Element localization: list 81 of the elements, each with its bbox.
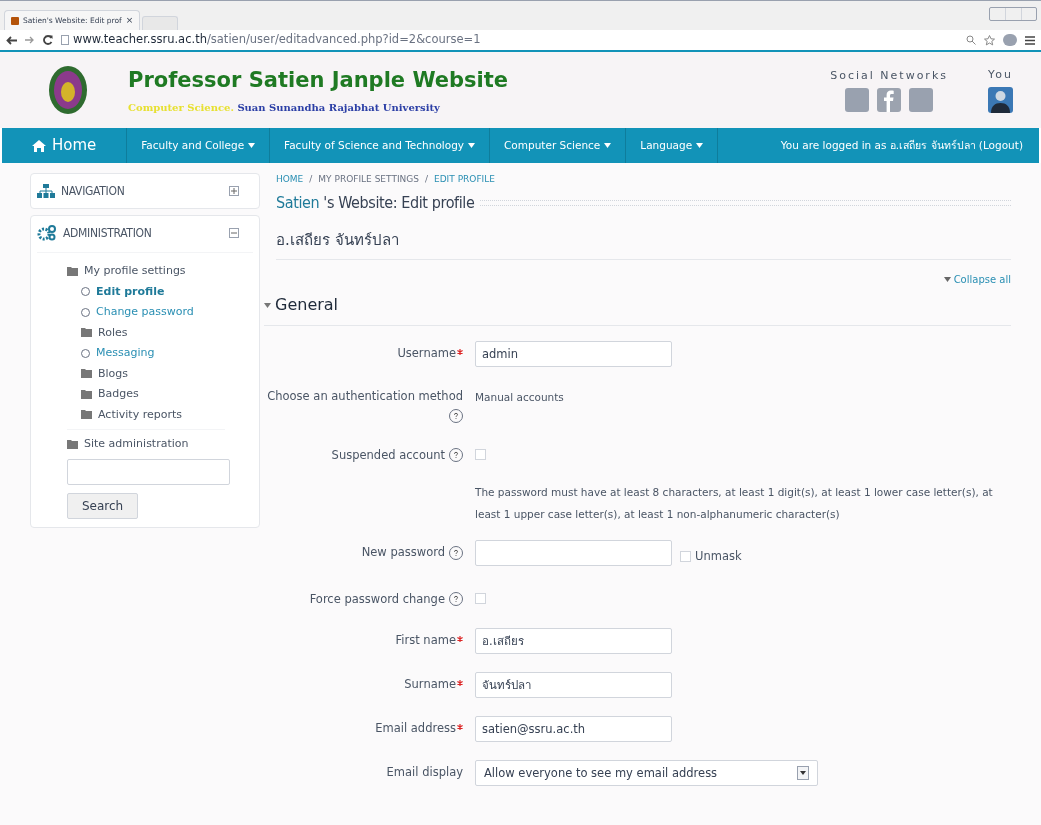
page-title: Satien 's Website: Edit profile xyxy=(276,191,475,214)
field-label: Email display xyxy=(386,764,463,782)
folder-icon xyxy=(67,266,78,276)
unmask-label: Unmask xyxy=(695,548,742,566)
gears-icon xyxy=(37,225,57,241)
field-label: Choose an authentication method xyxy=(267,388,463,405)
checkbox[interactable] xyxy=(475,593,486,605)
text-field[interactable]: admin xyxy=(475,341,672,367)
site-title: Professor Satien Janple Website xyxy=(128,66,509,94)
field-label: Username xyxy=(397,345,456,362)
field-label: New password xyxy=(361,544,445,562)
tree-item[interactable]: Roles xyxy=(81,322,225,343)
university-name: Suan Sunandha Rajabhat University xyxy=(237,102,440,114)
forward-icon[interactable] xyxy=(25,36,35,44)
tree-item[interactable]: Change password xyxy=(81,302,225,323)
caret-icon xyxy=(696,143,704,148)
dropdown-icon xyxy=(797,766,809,781)
unmask-checkbox[interactable] xyxy=(680,551,691,563)
back-icon[interactable] xyxy=(6,35,17,45)
tab-close-button[interactable]: × xyxy=(125,16,134,25)
sitemap-icon xyxy=(37,184,55,198)
breadcrumb-separator: / xyxy=(424,173,428,186)
caret-icon xyxy=(943,277,951,282)
block-title: NAVIGATION xyxy=(61,183,125,200)
folder-icon xyxy=(81,410,92,420)
university-seal-icon xyxy=(48,65,88,115)
field-label: Surname xyxy=(404,676,456,694)
breadcrumb-link[interactable]: MY PROFILE SETTINGS xyxy=(318,173,419,187)
password-rules-text: The password must have at least 8 characters, at least 1 digit(s), at least 1 lower case letter(s), at least 1 upper case letter(s), at least 1 non-alphanumeric character(s) xyxy=(475,485,994,523)
you-label: You xyxy=(988,66,1013,83)
text-field[interactable]: จันทร์ปลา xyxy=(475,672,672,699)
caret-icon[interactable] xyxy=(264,302,271,308)
folder-icon xyxy=(81,328,92,338)
password-field[interactable] xyxy=(475,540,672,567)
caret-icon xyxy=(248,143,256,148)
zoom-icon[interactable] xyxy=(966,35,976,45)
favicon-icon xyxy=(11,16,19,25)
facebook-icon[interactable] xyxy=(877,88,902,113)
window-controls-icon[interactable] xyxy=(989,7,1037,21)
tree-item[interactable]: My profile settings xyxy=(67,261,225,282)
user-full-name: อ.เสถียร จันทร์ปลา xyxy=(276,228,1011,260)
folder-icon xyxy=(81,369,92,379)
field-label: Email address xyxy=(375,720,456,738)
reload-icon[interactable] xyxy=(43,35,53,45)
field-label: First name xyxy=(395,632,456,650)
collapse-all-link[interactable]: Collapse all xyxy=(953,272,1011,287)
select-field[interactable]: Allow everyone to see my email address xyxy=(475,760,818,787)
breadcrumb-separator: / xyxy=(309,173,313,186)
tree-item[interactable]: Messaging xyxy=(81,343,225,364)
caret-icon xyxy=(468,143,476,148)
avatar-icon[interactable] xyxy=(988,87,1013,114)
static-value: Manual accounts xyxy=(475,390,564,405)
social-networks-label: Social Networks xyxy=(830,67,948,84)
address-bar[interactable]: www.teacher.ssru.ac.th/satien/user/editadvanced.php?id=2&course=1 xyxy=(61,31,958,49)
folder-icon xyxy=(67,439,78,449)
expand-icon[interactable] xyxy=(229,186,239,196)
tree-item[interactable]: Blogs xyxy=(81,363,225,384)
menu-icon[interactable] xyxy=(1025,35,1035,45)
caret-icon xyxy=(604,143,612,148)
tree-item[interactable]: Activity reports xyxy=(81,404,225,425)
tree-item[interactable]: Site administration xyxy=(67,434,225,455)
star-icon[interactable] xyxy=(984,34,995,46)
tree-item[interactable]: Badges xyxy=(81,384,225,405)
search-button[interactable]: Search xyxy=(67,492,139,519)
breadcrumb-link[interactable]: EDIT PROFILE xyxy=(434,173,495,187)
home-icon xyxy=(32,139,46,152)
field-label: Suspended account xyxy=(331,446,445,464)
block-title: ADMINISTRATION xyxy=(63,225,152,242)
section-title[interactable]: General xyxy=(275,293,339,317)
subtitle-text: Computer Science. xyxy=(128,102,234,114)
tree-item[interactable]: Edit profile xyxy=(81,281,225,302)
login-status-text: You are logged in as อ.เสถียร จันทร์ปลา (Logout) xyxy=(780,137,1024,153)
page-icon xyxy=(61,35,69,45)
breadcrumb-link[interactable]: HOME xyxy=(276,173,304,187)
folder-icon xyxy=(81,389,92,399)
field-label: Force password change xyxy=(309,590,445,608)
text-field[interactable]: อ.เสถียร xyxy=(475,628,672,655)
text-field[interactable]: satien@ssru.ac.th xyxy=(475,716,672,743)
checkbox[interactable] xyxy=(475,449,486,461)
collapse-icon[interactable] xyxy=(229,228,239,238)
search-field[interactable] xyxy=(67,458,230,485)
